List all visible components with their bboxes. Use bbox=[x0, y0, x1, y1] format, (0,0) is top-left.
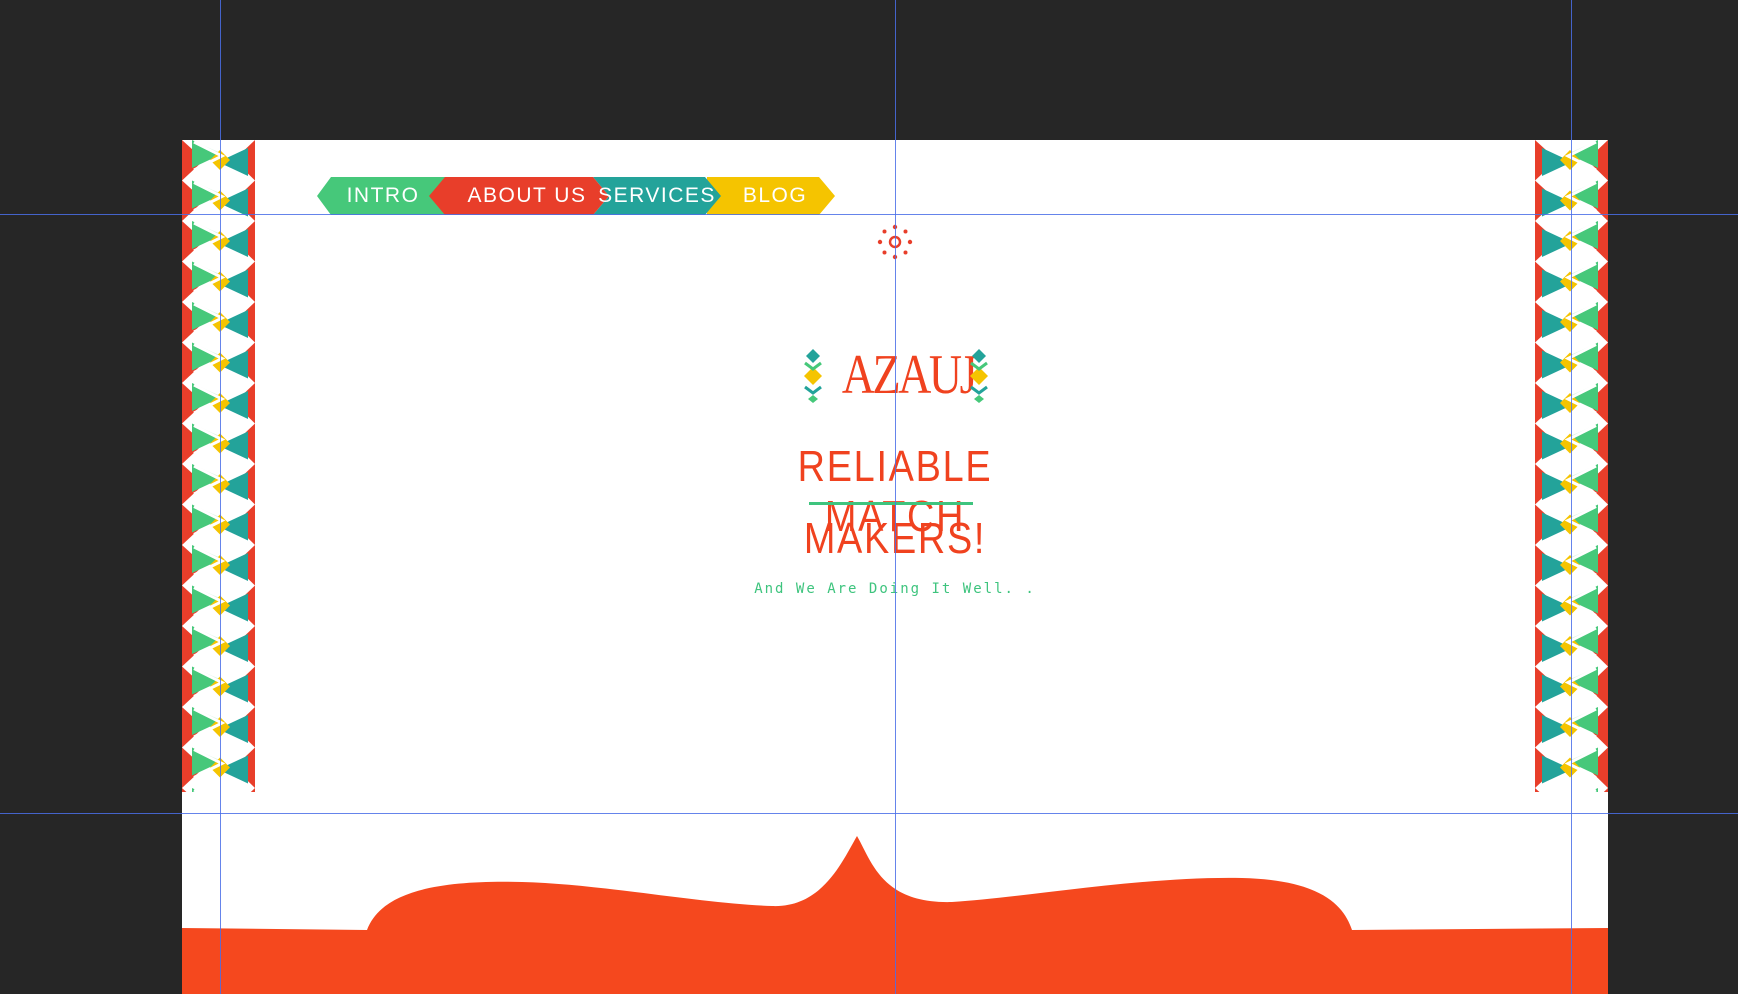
diamond-chevron-icon bbox=[804, 349, 822, 403]
headline-divider bbox=[809, 502, 973, 505]
hero-tagline: And We Are Doing It Well. . bbox=[754, 581, 1036, 597]
sunburst-dots-icon bbox=[877, 224, 913, 260]
diamond-chevron-icon bbox=[970, 349, 988, 403]
nav-blog-link[interactable]: BLOG bbox=[732, 177, 818, 215]
canvas: INTRO ABOUT US SERVICES BLOG AZAUJ RELIA… bbox=[0, 0, 1738, 994]
footer-wave-band bbox=[182, 692, 1608, 994]
artboard: INTRO ABOUT US SERVICES BLOG AZAUJ RELIA… bbox=[182, 140, 1608, 994]
nav-services-link[interactable]: SERVICES bbox=[597, 177, 717, 215]
nav-about-us-link[interactable]: ABOUT US bbox=[457, 177, 597, 215]
brand-logo-text: AZAUJ bbox=[841, 344, 978, 406]
hero-headline-line2: MAKERS! bbox=[803, 514, 987, 563]
nav-intro-link[interactable]: INTRO bbox=[335, 177, 431, 215]
wave-shape bbox=[182, 836, 1608, 994]
brand-logo[interactable]: AZAUJ bbox=[802, 345, 990, 405]
main-nav: INTRO ABOUT US SERVICES BLOG bbox=[317, 177, 837, 215]
